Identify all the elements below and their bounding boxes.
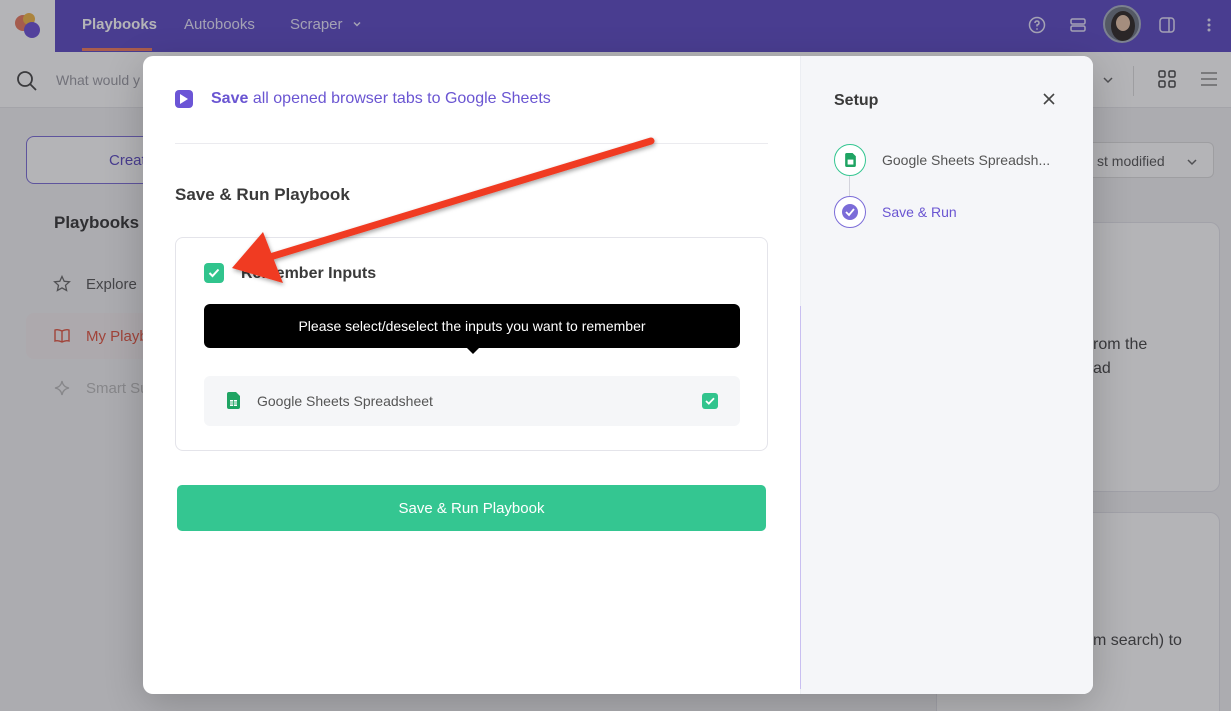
- play-icon: [175, 90, 193, 108]
- tooltip-pointer: [466, 347, 480, 354]
- playbook-title-rest: all opened browser tabs to Google Sheets: [252, 90, 551, 107]
- close-icon[interactable]: [1042, 92, 1056, 106]
- setup-step-spreadsheet[interactable]: Google Sheets Spreadsh...: [834, 144, 1062, 176]
- remember-inputs-label: Remember Inputs: [241, 265, 377, 282]
- google-sheets-icon: [227, 392, 240, 409]
- tooltip: Please select/deselect the inputs you wa…: [204, 304, 740, 348]
- input-remember-checkbox[interactable]: [702, 393, 718, 409]
- remember-inputs-panel: Remember Inputs Please select/deselect t…: [175, 237, 768, 451]
- input-row[interactable]: Google Sheets Spreadsheet: [204, 376, 740, 426]
- playbook-title: Save all opened browser tabs to Google S…: [175, 90, 551, 108]
- setup-step-label: Save & Run: [882, 204, 957, 220]
- step-icon-circle: [834, 144, 866, 176]
- step-connector: [849, 176, 850, 196]
- google-sheets-icon: [844, 153, 856, 167]
- divider: [175, 143, 768, 144]
- setup-step-save-run[interactable]: Save & Run: [834, 196, 1062, 228]
- setup-pane: Setup Google Sheets Spreadsh... Save & R…: [800, 56, 1093, 694]
- modal-main-pane: Save all opened browser tabs to Google S…: [143, 56, 800, 694]
- playbook-title-text: Save all opened browser tabs to Google S…: [211, 90, 551, 108]
- setup-title: Setup: [834, 92, 879, 109]
- input-label: Google Sheets Spreadsheet: [257, 393, 433, 409]
- check-icon: [705, 397, 715, 405]
- save-run-button[interactable]: Save & Run Playbook: [177, 485, 766, 531]
- remember-inputs-checkbox[interactable]: [204, 263, 224, 283]
- playbook-title-action: Save: [211, 90, 249, 107]
- save-run-modal: Save all opened browser tabs to Google S…: [143, 56, 1093, 694]
- active-step-indicator: [800, 306, 801, 689]
- check-icon: [208, 268, 220, 278]
- section-title: Save & Run Playbook: [175, 185, 350, 204]
- step-icon-circle: [834, 196, 866, 228]
- check-circle-icon: [842, 204, 858, 220]
- setup-step-label: Google Sheets Spreadsh...: [882, 152, 1051, 168]
